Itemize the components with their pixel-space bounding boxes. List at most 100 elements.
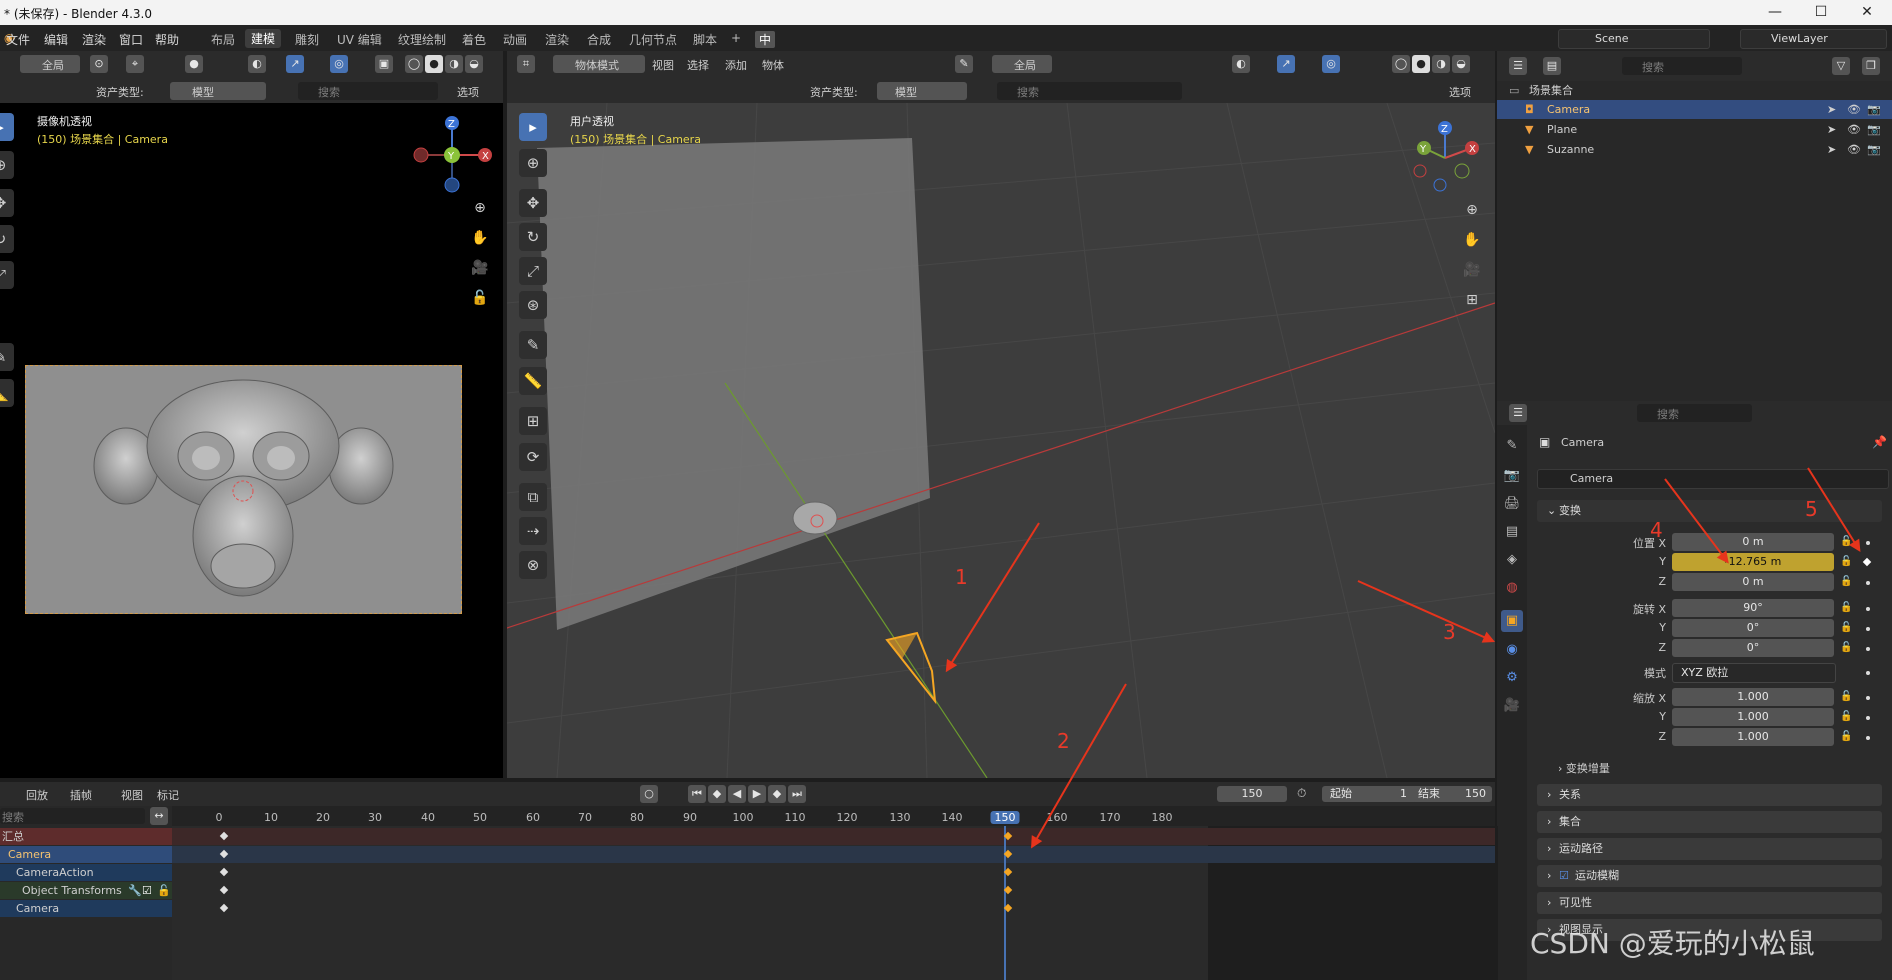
visibility-icon[interactable]: ◐ bbox=[248, 55, 266, 73]
main-select-tool[interactable]: ▸ bbox=[519, 113, 547, 141]
keyframe-dot[interactable] bbox=[1866, 736, 1870, 740]
menu-select[interactable]: 选择 bbox=[687, 57, 709, 73]
tab-geometry-nodes[interactable]: 几何节点 bbox=[629, 31, 677, 48]
scale-tool[interactable]: ⤢ bbox=[0, 261, 14, 289]
outliner-row-plane[interactable]: ▼ Plane ➤ 👁 📷 bbox=[1497, 120, 1892, 139]
object-name-field[interactable]: Camera bbox=[1537, 469, 1889, 489]
location-y-field[interactable]: -12.765 m bbox=[1672, 553, 1834, 571]
keyframe-dot[interactable] bbox=[1866, 716, 1870, 720]
eye-icon[interactable]: 👁 bbox=[1847, 140, 1861, 159]
add-workspace-button[interactable]: + bbox=[731, 31, 741, 45]
scale-z-field[interactable]: 1.000 bbox=[1672, 728, 1834, 746]
lock-icon[interactable]: 🔓 bbox=[1840, 556, 1852, 567]
channel-camera[interactable]: Camera bbox=[0, 846, 172, 863]
lock-icon[interactable]: 🔓 bbox=[1840, 731, 1852, 742]
lock-icon[interactable]: 🔓 bbox=[157, 882, 171, 899]
rotation-mode-dropdown[interactable]: XYZ 欧拉 bbox=[1672, 663, 1836, 683]
camera-view-icon[interactable]: 🎥 bbox=[467, 255, 493, 281]
auto-key-icon[interactable]: ○ bbox=[640, 785, 658, 803]
options-menu[interactable]: 选项 bbox=[457, 84, 479, 100]
view-layer-selector[interactable]: ViewLayer bbox=[1740, 29, 1887, 49]
main-zoom-icon[interactable]: ⊕ bbox=[1459, 197, 1485, 223]
pan-hand-icon[interactable]: ✋ bbox=[467, 225, 493, 251]
tab-shading[interactable]: 着色 bbox=[462, 31, 486, 48]
asset-type-dropdown[interactable]: 模型 bbox=[170, 82, 266, 100]
channel-summary[interactable]: 汇总 bbox=[0, 828, 172, 845]
solid-main-icon[interactable]: ● bbox=[1412, 55, 1430, 73]
menu-object[interactable]: 物体 bbox=[762, 57, 784, 73]
eye-icon[interactable]: 👁 bbox=[1847, 100, 1861, 119]
object-mode-dropdown[interactable]: 物体模式 bbox=[553, 55, 645, 73]
keying-menu[interactable]: 插帧 bbox=[66, 785, 116, 803]
tab-scripting[interactable]: 脚本 bbox=[693, 31, 717, 48]
lock-camera-icon[interactable]: 🔓 bbox=[467, 285, 493, 311]
select-toggle-icon[interactable]: ➤ bbox=[1827, 120, 1836, 139]
main-options-menu[interactable]: 选项 bbox=[1449, 84, 1471, 100]
visibility-section[interactable]: › 可见性 bbox=[1537, 892, 1882, 914]
main-annotate-tool[interactable]: ✎ bbox=[519, 331, 547, 359]
navigation-gizmo[interactable]: Z X Y bbox=[405, 103, 505, 203]
camera-view-area[interactable]: 摄像机透视 (150) 场景集合 | Camera ▸ ⊕ ✥ ↻ ⤢ ✎ 📐 … bbox=[0, 103, 503, 778]
rip-tool[interactable]: ⊗ bbox=[519, 551, 547, 579]
xray-icon[interactable]: ▣ bbox=[375, 55, 393, 73]
to-sphere-tool[interactable]: ⇢ bbox=[519, 517, 547, 545]
channel-checkbox[interactable]: ☑ bbox=[142, 882, 152, 899]
menu-view[interactable]: 视图 bbox=[652, 57, 674, 73]
shading-rendered-icon[interactable]: ◒ bbox=[465, 55, 483, 73]
location-x-field[interactable]: 0 m bbox=[1672, 533, 1834, 551]
motion-paths-section[interactable]: › 运动路径 bbox=[1537, 838, 1882, 860]
scene-tab-icon[interactable]: ◈ bbox=[1501, 549, 1523, 571]
channel-search-input[interactable]: 搜索 bbox=[0, 808, 145, 824]
lock-icon[interactable]: 🔓 bbox=[1840, 622, 1852, 633]
filter-icon[interactable]: ▽ bbox=[1832, 57, 1850, 75]
lock-icon[interactable]: 🔓 bbox=[1840, 691, 1852, 702]
timeline-view-menu[interactable]: 视图 bbox=[121, 787, 143, 803]
lock-icon[interactable]: 🔓 bbox=[1840, 602, 1852, 613]
select-toggle-icon[interactable]: ➤ bbox=[1827, 100, 1836, 119]
shading-material-icon[interactable]: ◑ bbox=[445, 55, 463, 73]
editor-type-icon[interactable]: ⌗ bbox=[517, 55, 535, 73]
main-transform-tool[interactable]: ⊛ bbox=[519, 291, 547, 319]
rendered-main-icon[interactable]: ◒ bbox=[1452, 55, 1470, 73]
tab-uv-editing[interactable]: UV 编辑 bbox=[337, 31, 382, 48]
outliner-row-suzanne[interactable]: ▼ Suzanne ➤ 👁 📷 bbox=[1497, 140, 1892, 159]
scene-selector[interactable]: Scene bbox=[1558, 29, 1710, 49]
snap-icon[interactable]: ⌖ bbox=[126, 55, 144, 73]
close-button[interactable]: ✕ bbox=[1844, 0, 1890, 25]
shading-solid-icon[interactable]: ● bbox=[425, 55, 443, 73]
preview-range-icon[interactable]: ⏱ bbox=[1297, 786, 1306, 801]
select-tool[interactable]: ▸ bbox=[0, 113, 14, 141]
rotation-x-field[interactable]: 90° bbox=[1672, 599, 1834, 617]
lock-icon[interactable]: 🔓 bbox=[1840, 711, 1852, 722]
add-cube-tool[interactable]: ⊞ bbox=[519, 407, 547, 435]
transform-orientation-dropdown-main[interactable]: 全局 bbox=[992, 55, 1052, 73]
main-grid-icon[interactable]: ⊞ bbox=[1459, 287, 1485, 313]
output-tab-icon[interactable]: 🖨 bbox=[1501, 493, 1523, 515]
new-collection-icon[interactable]: ❐ bbox=[1862, 57, 1880, 75]
move-tool[interactable]: ✥ bbox=[0, 189, 14, 217]
main-measure-tool[interactable]: 📏 bbox=[519, 367, 547, 395]
menu-add[interactable]: 添加 bbox=[725, 57, 747, 73]
tab-layout[interactable]: 布局 bbox=[211, 31, 235, 48]
keyframe-dot[interactable] bbox=[1866, 671, 1870, 675]
spin-tool[interactable]: ⟳ bbox=[519, 443, 547, 471]
main-asset-search-input[interactable]: 搜索 bbox=[997, 82, 1182, 100]
keyframe-dot[interactable] bbox=[1866, 607, 1870, 611]
frame-start-field[interactable]: 起始 1 bbox=[1322, 786, 1417, 802]
delta-transform-section[interactable]: › 变换增量 bbox=[1558, 760, 1610, 776]
properties-search-input[interactable]: 搜索 bbox=[1637, 404, 1752, 422]
playhead-line[interactable] bbox=[1004, 826, 1006, 980]
measure-tool[interactable]: 📐 bbox=[0, 379, 14, 407]
outliner-editor-icon[interactable]: ☰ bbox=[1509, 57, 1527, 75]
cursor-tool[interactable]: ⊕ bbox=[0, 151, 14, 179]
playback-menu[interactable]: 回放 bbox=[20, 785, 70, 803]
motion-blur-checkbox[interactable]: ☑ bbox=[1559, 865, 1569, 887]
outliner-search-input[interactable]: 搜索 bbox=[1622, 57, 1742, 75]
prev-keyframe-icon[interactable]: ◆ bbox=[708, 785, 726, 803]
rotate-tool[interactable]: ↻ bbox=[0, 225, 14, 253]
keyframe-dot[interactable] bbox=[1866, 696, 1870, 700]
gizmo-toggle-icon[interactable]: ↗ bbox=[286, 55, 304, 73]
menu-edit[interactable]: 编辑 bbox=[44, 31, 68, 48]
main-cursor-tool[interactable]: ⊕ bbox=[519, 149, 547, 177]
keyframe-dot[interactable] bbox=[1866, 581, 1870, 585]
